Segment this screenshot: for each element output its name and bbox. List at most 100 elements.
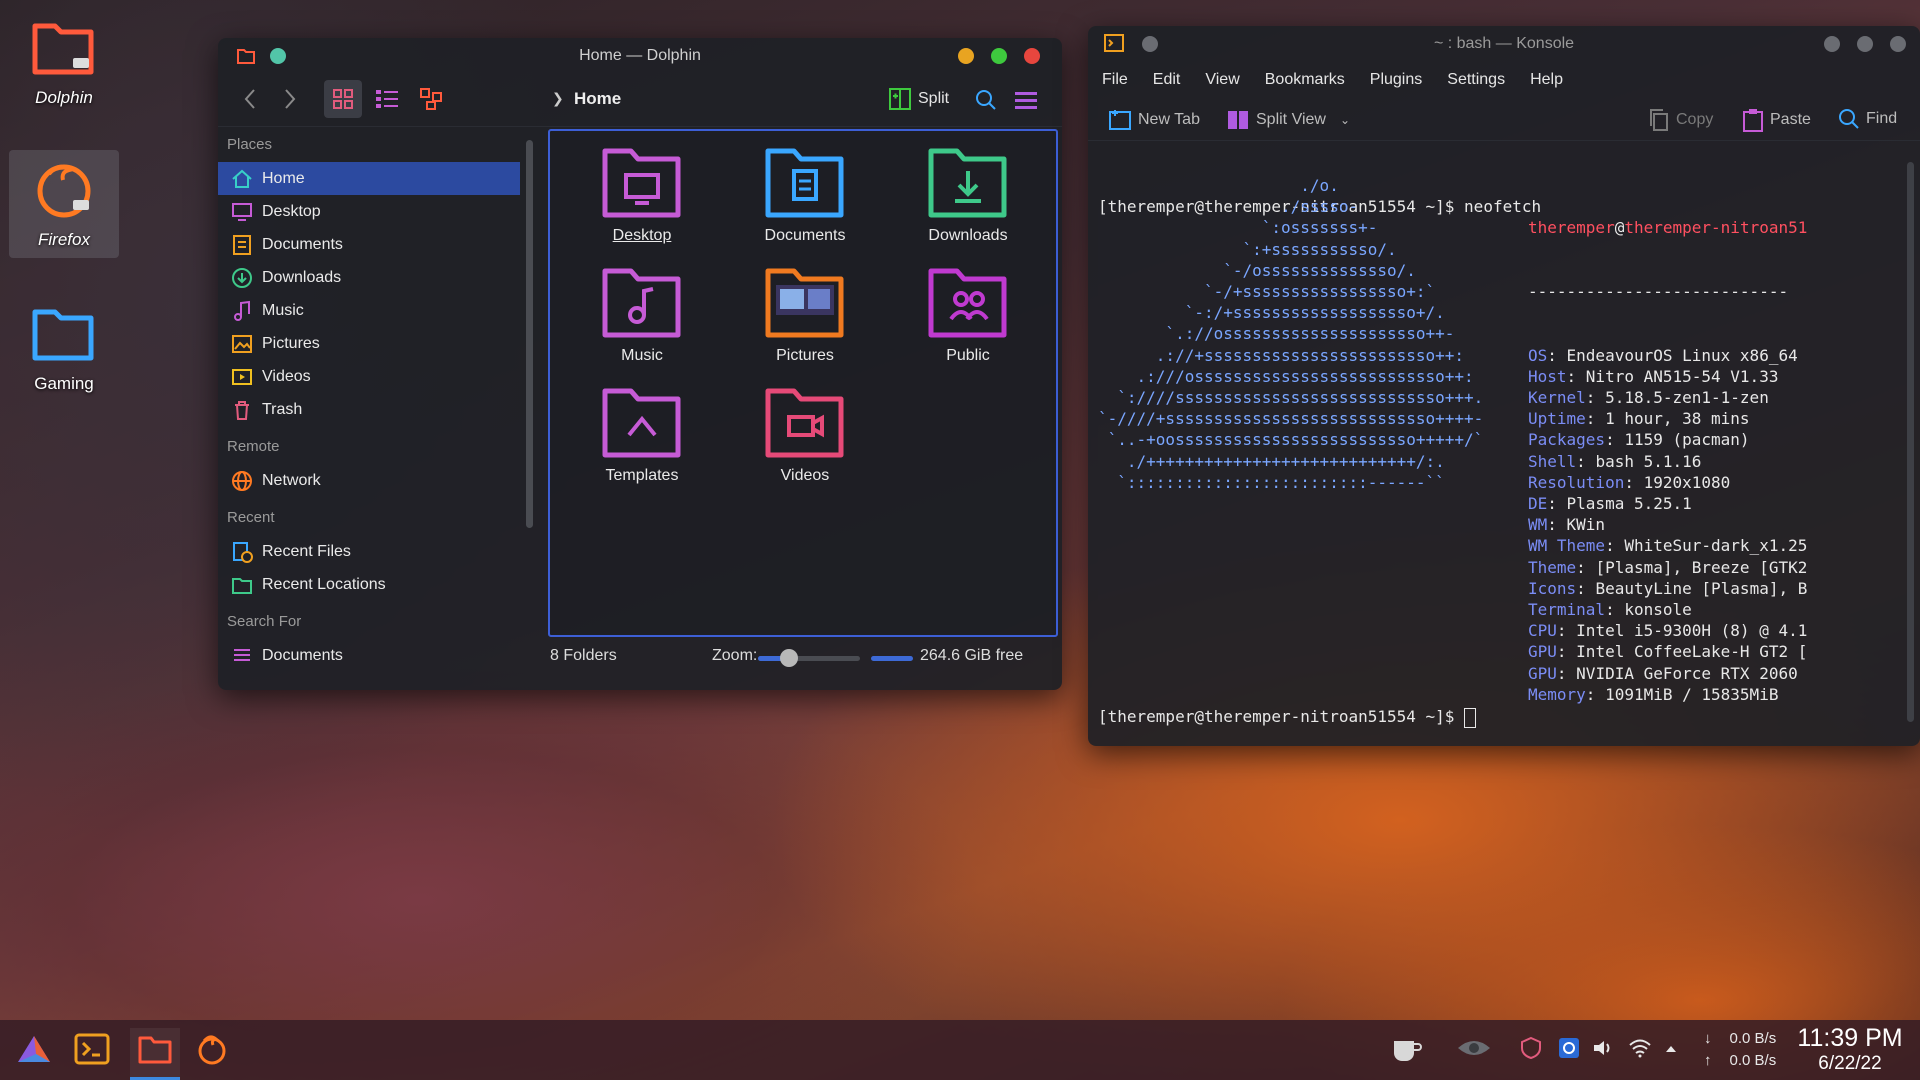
app-launcher[interactable] (16, 1034, 52, 1071)
info-value: : 1091MiB / 15835MiB (1585, 684, 1779, 704)
breadcrumb[interactable]: Home (574, 89, 621, 109)
split-view-button[interactable]: Split View ⌄ (1226, 108, 1350, 132)
vpn-icon[interactable] (1558, 1037, 1580, 1064)
info-key: Theme (1528, 557, 1577, 577)
folder-music[interactable]: Music (572, 263, 712, 365)
new-tab-button[interactable]: New Tab (1108, 108, 1200, 132)
chevron-down-icon: ⌄ (1339, 113, 1351, 127)
maximize-button[interactable] (991, 48, 1007, 64)
folder-label: Desktop (612, 227, 672, 244)
place-trash[interactable]: Trash (218, 393, 520, 426)
terminal-icon (74, 1033, 110, 1065)
wifi-icon[interactable] (1628, 1038, 1652, 1063)
place-music[interactable]: Music (218, 294, 520, 327)
folder-pictures[interactable]: Pictures (735, 263, 875, 365)
menu-help[interactable]: Help (1530, 71, 1563, 89)
place-label: Documents (262, 646, 343, 664)
folder-downloads[interactable]: Downloads (898, 143, 1038, 245)
info-value: : BeautyLine [Plasma], B (1576, 578, 1808, 598)
place-downloads[interactable]: Downloads (218, 261, 520, 294)
file-view: Desktop Documents Downloads Music Pictur… (548, 129, 1058, 637)
place-label: Pictures (262, 334, 320, 352)
place-documents[interactable]: Documents (218, 228, 520, 261)
desktop-icon-label: Dolphin (35, 88, 93, 107)
place-network[interactable]: Network (218, 464, 520, 497)
menu-bookmarks[interactable]: Bookmarks (1265, 71, 1345, 89)
info-value: : Plasma 5.25.1 (1547, 494, 1692, 514)
taskbar-konsole[interactable] (74, 1032, 110, 1071)
folder-public[interactable]: Public (898, 263, 1038, 365)
caffeine-icon[interactable] (1390, 1033, 1424, 1068)
search-header: Search For (227, 613, 302, 630)
copy-button[interactable]: Copy (1648, 108, 1713, 132)
place-desktop[interactable]: Desktop (218, 195, 520, 228)
paste-button[interactable]: Paste (1742, 108, 1811, 132)
terminal-output[interactable]: [theremper@theremper-nitroan51554 ~]$ ne… (1098, 154, 1902, 746)
taskbar-dolphin[interactable] (130, 1028, 180, 1080)
place-label: Videos (262, 367, 311, 385)
nvidia-icon[interactable] (1456, 1035, 1492, 1066)
cursor (1464, 707, 1477, 728)
place-videos[interactable]: Videos (218, 360, 520, 393)
menu-file[interactable]: File (1102, 71, 1128, 89)
desktop-icon-gaming[interactable]: Gaming (9, 298, 119, 394)
forward-button[interactable] (274, 82, 306, 116)
endeavouros-logo-icon (18, 1036, 50, 1062)
folder-documents[interactable]: Documents (735, 143, 875, 245)
clock[interactable]: 11:39 PM 6/22/22 (1790, 1023, 1910, 1075)
folder-desktop[interactable]: Desktop (572, 143, 712, 245)
info-key: Shell (1528, 451, 1577, 471)
folder-videos[interactable]: Videos (735, 383, 875, 485)
close-button[interactable] (1024, 48, 1040, 64)
info-line: Host: Nitro AN515-54 V1.33 (1528, 366, 1807, 387)
hamburger-icon (1015, 92, 1037, 109)
toolbar: New Tab Split View ⌄ Copy Paste Find (1088, 98, 1920, 141)
pictures-icon (230, 332, 254, 356)
info-line: CPU: Intel i5-9300H (8) @ 4.1 (1528, 620, 1807, 641)
back-button[interactable] (234, 82, 266, 116)
folder-templates[interactable]: Templates (572, 383, 712, 485)
distro-logo-ascii: ./o. ./sssso- `:osssssss+- `:+ssssssssss… (1098, 175, 1483, 493)
menu-edit[interactable]: Edit (1153, 71, 1181, 89)
zoom-slider-handle[interactable] (780, 649, 798, 667)
logo-line: .:///ossssssssssssssssssssssssso++: (1098, 366, 1474, 386)
info-value: : 1920x1080 (1624, 472, 1731, 492)
place-search-documents[interactable]: Documents (218, 639, 520, 672)
info-value: : 1 hour, 38 mins (1585, 409, 1750, 429)
new-tab-label: New Tab (1138, 111, 1200, 128)
split-button[interactable]: Split (888, 84, 949, 114)
menu-plugins[interactable]: Plugins (1370, 71, 1422, 89)
volume-icon[interactable] (1592, 1038, 1614, 1063)
info-key: Host (1528, 366, 1567, 386)
desktop-icon-dolphin[interactable]: Dolphin (9, 12, 119, 108)
maximize-button[interactable] (1857, 36, 1873, 52)
place-home[interactable]: Home (218, 162, 520, 195)
taskbar-firefox[interactable] (194, 1032, 230, 1071)
recent-locations-icon (230, 573, 254, 597)
search-button[interactable] (970, 84, 1002, 116)
menu-button[interactable] (1010, 84, 1042, 116)
info-key: Kernel (1528, 388, 1586, 408)
menu-settings[interactable]: Settings (1447, 71, 1505, 89)
menu-view[interactable]: View (1205, 71, 1239, 89)
places-scrollbar[interactable] (526, 140, 533, 528)
find-button[interactable]: Find (1838, 108, 1897, 130)
logo-line: `:::::::::::::::::::::::::------`` (1098, 472, 1445, 492)
tree-view-button[interactable] (412, 80, 450, 118)
place-recent-locations[interactable]: Recent Locations (218, 568, 520, 601)
terminal-scrollbar[interactable] (1907, 162, 1914, 722)
minimize-button[interactable] (1824, 36, 1840, 52)
desktop-icon-firefox[interactable]: Firefox (9, 150, 119, 258)
details-view-button[interactable] (368, 80, 406, 118)
info-line: GPU: NVIDIA GeForce RTX 2060 (1528, 663, 1807, 684)
close-button[interactable] (1890, 36, 1906, 52)
shield-icon[interactable] (1520, 1036, 1542, 1065)
place-pictures[interactable]: Pictures (218, 327, 520, 360)
place-recent-files[interactable]: Recent Files (218, 535, 520, 568)
zoom-label: Zoom: (712, 647, 758, 664)
zoom-slider[interactable] (758, 649, 860, 667)
icons-view-button[interactable] (324, 80, 362, 118)
minimize-button[interactable] (958, 48, 974, 64)
expand-tray-icon[interactable] (1664, 1041, 1678, 1059)
info-line: Uptime: 1 hour, 38 mins (1528, 408, 1807, 429)
